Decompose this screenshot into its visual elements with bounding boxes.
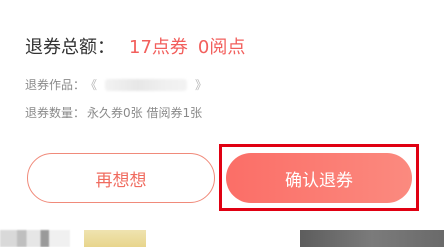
refund-dialog: 退券总额： 17点券 0阅点 退券作品： 《 》 退券数量： 永久券0张 借阅券1…	[0, 0, 444, 226]
refund-total-points: 17点券	[129, 37, 188, 58]
refund-total-label: 退券总额：	[25, 37, 115, 58]
blurred-work-title	[105, 79, 188, 91]
book-cover-thumbnail	[84, 230, 146, 247]
book-cover-thumbnail	[300, 230, 444, 247]
refund-work-row: 退券作品： 《 》	[25, 76, 207, 94]
refund-count-label: 退券数量：	[25, 106, 86, 120]
reconsider-button[interactable]: 再想想	[27, 153, 215, 203]
work-open-bracket: 《	[85, 78, 98, 92]
refund-count-row: 退券数量： 永久券0张 借阅券1张	[25, 104, 202, 122]
blurred-thumbnail	[0, 230, 70, 247]
refund-count-value: 永久券0张 借阅券1张	[87, 106, 203, 120]
background-content-strip	[0, 226, 444, 247]
refund-total-value: 17点券 0阅点	[129, 36, 245, 60]
confirm-refund-button[interactable]: 确认退券	[226, 153, 412, 203]
work-close-bracket: 》	[195, 78, 208, 92]
refund-work-label: 退券作品：	[25, 78, 86, 92]
refund-total-reading: 0阅点	[197, 37, 246, 58]
refund-total-row: 退券总额： 17点券 0阅点	[25, 36, 245, 60]
